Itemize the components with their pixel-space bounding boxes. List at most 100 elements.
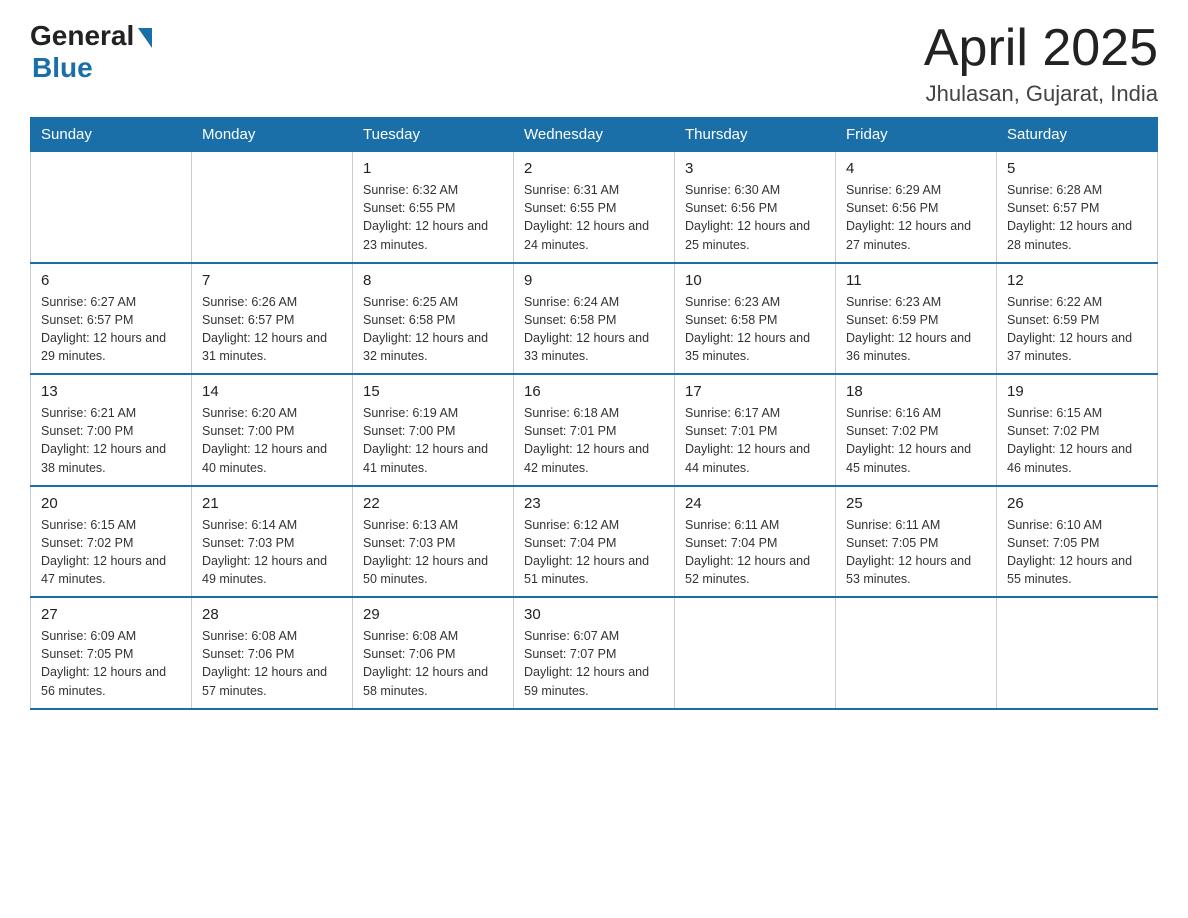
day-info: Sunrise: 6:08 AM Sunset: 7:06 PM Dayligh… <box>202 627 342 700</box>
calendar-cell: 5Sunrise: 6:28 AM Sunset: 6:57 PM Daylig… <box>997 152 1158 263</box>
day-info: Sunrise: 6:08 AM Sunset: 7:06 PM Dayligh… <box>363 627 503 700</box>
day-number: 25 <box>846 495 986 512</box>
day-number: 6 <box>41 272 181 289</box>
calendar-cell: 4 Sunrise: 6:29 AM Sunset: 6:56 PM Daylig… <box>836 152 997 263</box>
day-number: 20 <box>41 495 181 512</box>
day-number: 18 <box>846 383 986 400</box>
day-info: Sunrise: 6:18 AM Sunset: 7:01 PM Dayligh… <box>524 404 664 477</box>
calendar-cell: 8 Sunrise: 6:25 AM Sunset: 6:58 PM Daylig… <box>353 263 514 375</box>
day-info: Sunrise: 6:22 AM Sunset: 6:59 PM Dayligh… <box>1007 293 1147 366</box>
day-info: Sunrise: 6:25 AM Sunset: 6:58 PM Dayligh… <box>363 293 503 366</box>
calendar-header-row: SundayMondayTuesdayWednesdayThursdayFrid… <box>31 118 1158 152</box>
calendar-week-row: 6 Sunrise: 6:27 AM Sunset: 6:57 PM Daylig… <box>31 263 1158 375</box>
calendar-cell: 7 Sunrise: 6:26 AM Sunset: 6:57 PM Daylig… <box>192 263 353 375</box>
day-number: 3 <box>685 160 825 177</box>
day-number: 29 <box>363 606 503 623</box>
day-info: Sunrise: 6:10 AM Sunset: 7:05 PM Dayligh… <box>1007 516 1147 589</box>
calendar-week-row: 27Sunrise: 6:09 AM Sunset: 7:05 PM Dayli… <box>31 597 1158 709</box>
day-info: Sunrise: 6:12 AM Sunset: 7:04 PM Dayligh… <box>524 516 664 589</box>
day-info: Sunrise: 6:14 AM Sunset: 7:03 PM Dayligh… <box>202 516 342 589</box>
title-block: April 2025 Jhulasan, Gujarat, India <box>924 20 1158 107</box>
calendar-cell: 26Sunrise: 6:10 AM Sunset: 7:05 PM Dayli… <box>997 486 1158 598</box>
calendar-cell: 20 Sunrise: 6:15 AM Sunset: 7:02 PM Dayli… <box>31 486 192 598</box>
day-number: 13 <box>41 383 181 400</box>
day-info: Sunrise: 6:23 AM Sunset: 6:58 PM Dayligh… <box>685 293 825 366</box>
calendar-week-row: 20 Sunrise: 6:15 AM Sunset: 7:02 PM Dayli… <box>31 486 1158 598</box>
calendar-cell: 15Sunrise: 6:19 AM Sunset: 7:00 PM Dayli… <box>353 374 514 486</box>
day-number: 17 <box>685 383 825 400</box>
day-info: Sunrise: 6:27 AM Sunset: 6:57 PM Dayligh… <box>41 293 181 366</box>
calendar-table: SundayMondayTuesdayWednesdayThursdayFrid… <box>30 117 1158 710</box>
day-info: Sunrise: 6:15 AM Sunset: 7:02 PM Dayligh… <box>41 516 181 589</box>
day-info: Sunrise: 6:21 AM Sunset: 7:00 PM Dayligh… <box>41 404 181 477</box>
calendar-cell: 9Sunrise: 6:24 AM Sunset: 6:58 PM Daylig… <box>514 263 675 375</box>
day-info: Sunrise: 6:07 AM Sunset: 7:07 PM Dayligh… <box>524 627 664 700</box>
calendar-cell: 19Sunrise: 6:15 AM Sunset: 7:02 PM Dayli… <box>997 374 1158 486</box>
calendar-cell: 13 Sunrise: 6:21 AM Sunset: 7:00 PM Dayli… <box>31 374 192 486</box>
day-info: Sunrise: 6:09 AM Sunset: 7:05 PM Dayligh… <box>41 627 181 700</box>
logo: General Blue <box>30 20 152 84</box>
day-info: Sunrise: 6:31 AM Sunset: 6:55 PM Dayligh… <box>524 181 664 254</box>
calendar-cell <box>675 597 836 709</box>
day-number: 14 <box>202 383 342 400</box>
calendar-cell <box>997 597 1158 709</box>
calendar-cell: 2 Sunrise: 6:31 AM Sunset: 6:55 PM Daylig… <box>514 152 675 263</box>
calendar-header-tuesday: Tuesday <box>353 118 514 152</box>
day-number: 16 <box>524 383 664 400</box>
day-info: Sunrise: 6:17 AM Sunset: 7:01 PM Dayligh… <box>685 404 825 477</box>
calendar-cell: 12 Sunrise: 6:22 AM Sunset: 6:59 PM Dayli… <box>997 263 1158 375</box>
calendar-cell: 6 Sunrise: 6:27 AM Sunset: 6:57 PM Daylig… <box>31 263 192 375</box>
day-info: Sunrise: 6:28 AM Sunset: 6:57 PM Dayligh… <box>1007 181 1147 254</box>
day-info: Sunrise: 6:20 AM Sunset: 7:00 PM Dayligh… <box>202 404 342 477</box>
location-subtitle: Jhulasan, Gujarat, India <box>924 81 1158 107</box>
calendar-cell: 23 Sunrise: 6:12 AM Sunset: 7:04 PM Dayli… <box>514 486 675 598</box>
day-number: 10 <box>685 272 825 289</box>
calendar-cell: 28 Sunrise: 6:08 AM Sunset: 7:06 PM Dayli… <box>192 597 353 709</box>
day-number: 12 <box>1007 272 1147 289</box>
calendar-cell: 11Sunrise: 6:23 AM Sunset: 6:59 PM Dayli… <box>836 263 997 375</box>
logo-blue-text: Blue <box>32 52 93 84</box>
day-number: 9 <box>524 272 664 289</box>
day-number: 23 <box>524 495 664 512</box>
calendar-cell: 3Sunrise: 6:30 AM Sunset: 6:56 PM Daylig… <box>675 152 836 263</box>
day-number: 2 <box>524 160 664 177</box>
calendar-week-row: 13 Sunrise: 6:21 AM Sunset: 7:00 PM Dayli… <box>31 374 1158 486</box>
calendar-cell: 25 Sunrise: 6:11 AM Sunset: 7:05 PM Dayli… <box>836 486 997 598</box>
day-info: Sunrise: 6:29 AM Sunset: 6:56 PM Dayligh… <box>846 181 986 254</box>
day-info: Sunrise: 6:19 AM Sunset: 7:00 PM Dayligh… <box>363 404 503 477</box>
calendar-cell: 21Sunrise: 6:14 AM Sunset: 7:03 PM Dayli… <box>192 486 353 598</box>
day-info: Sunrise: 6:13 AM Sunset: 7:03 PM Dayligh… <box>363 516 503 589</box>
calendar-header-friday: Friday <box>836 118 997 152</box>
calendar-week-row: 1 Sunrise: 6:32 AM Sunset: 6:55 PM Daylig… <box>31 152 1158 263</box>
day-number: 8 <box>363 272 503 289</box>
calendar-cell: 1 Sunrise: 6:32 AM Sunset: 6:55 PM Daylig… <box>353 152 514 263</box>
calendar-cell <box>192 152 353 263</box>
calendar-header-wednesday: Wednesday <box>514 118 675 152</box>
calendar-cell: 14 Sunrise: 6:20 AM Sunset: 7:00 PM Dayli… <box>192 374 353 486</box>
day-number: 30 <box>524 606 664 623</box>
calendar-header-thursday: Thursday <box>675 118 836 152</box>
calendar-cell <box>836 597 997 709</box>
day-info: Sunrise: 6:32 AM Sunset: 6:55 PM Dayligh… <box>363 181 503 254</box>
day-number: 4 <box>846 160 986 177</box>
calendar-cell: 24Sunrise: 6:11 AM Sunset: 7:04 PM Dayli… <box>675 486 836 598</box>
day-info: Sunrise: 6:23 AM Sunset: 6:59 PM Dayligh… <box>846 293 986 366</box>
calendar-cell: 22 Sunrise: 6:13 AM Sunset: 7:03 PM Dayli… <box>353 486 514 598</box>
day-number: 7 <box>202 272 342 289</box>
day-number: 28 <box>202 606 342 623</box>
page-header: General Blue April 2025 Jhulasan, Gujara… <box>30 20 1158 107</box>
calendar-cell: 18 Sunrise: 6:16 AM Sunset: 7:02 PM Dayli… <box>836 374 997 486</box>
calendar-cell: 10 Sunrise: 6:23 AM Sunset: 6:58 PM Dayli… <box>675 263 836 375</box>
month-year-title: April 2025 <box>924 20 1158 77</box>
logo-arrow-icon <box>138 28 152 48</box>
calendar-header-monday: Monday <box>192 118 353 152</box>
day-number: 24 <box>685 495 825 512</box>
day-number: 22 <box>363 495 503 512</box>
day-number: 19 <box>1007 383 1147 400</box>
day-info: Sunrise: 6:11 AM Sunset: 7:05 PM Dayligh… <box>846 516 986 589</box>
day-info: Sunrise: 6:16 AM Sunset: 7:02 PM Dayligh… <box>846 404 986 477</box>
calendar-cell: 29 Sunrise: 6:08 AM Sunset: 7:06 PM Dayli… <box>353 597 514 709</box>
day-info: Sunrise: 6:26 AM Sunset: 6:57 PM Dayligh… <box>202 293 342 366</box>
day-number: 1 <box>363 160 503 177</box>
calendar-cell: 27Sunrise: 6:09 AM Sunset: 7:05 PM Dayli… <box>31 597 192 709</box>
